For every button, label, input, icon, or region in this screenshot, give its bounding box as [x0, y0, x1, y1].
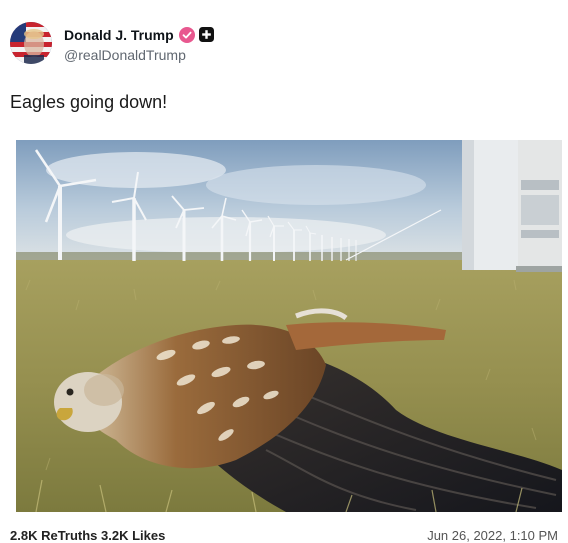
verified-badge-icon	[178, 26, 195, 43]
author-avatar[interactable]	[10, 22, 52, 64]
author-names: Donald J. Trump @realDonaldTrump	[64, 24, 214, 63]
author-handle[interactable]: @realDonaldTrump	[64, 47, 214, 63]
post-header: Donald J. Trump @realDonaldTrump	[10, 22, 214, 64]
post-image[interactable]	[16, 140, 562, 512]
plus-badge-icon	[198, 27, 214, 42]
author-display-name[interactable]: Donald J. Trump	[64, 27, 174, 43]
post-timestamp[interactable]: Jun 26, 2022, 1:10 PM	[427, 528, 558, 543]
post-engagement-stats[interactable]: 2.8K ReTruths 3.2K Likes	[10, 528, 165, 543]
post-stats-footer: 2.8K ReTruths 3.2K Likes Jun 26, 2022, 1…	[10, 528, 558, 543]
name-row: Donald J. Trump	[64, 24, 214, 46]
dead-bird-wind-turbines-photo-icon	[16, 140, 562, 512]
truth-post: Donald J. Trump @realDonaldTrump Eagles …	[0, 0, 568, 543]
post-text: Eagles going down!	[10, 92, 168, 112]
flag-portrait-avatar-icon	[10, 22, 52, 64]
